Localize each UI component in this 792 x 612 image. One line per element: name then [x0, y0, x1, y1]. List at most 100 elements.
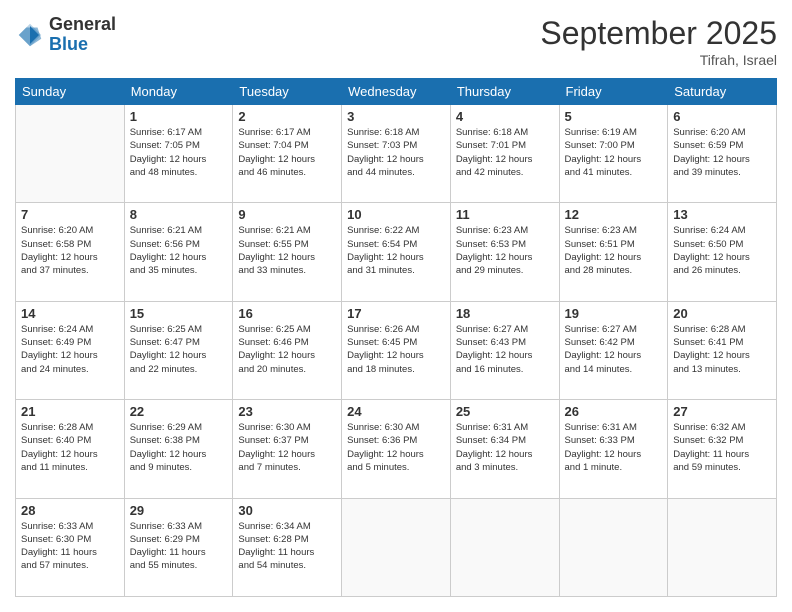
calendar-cell: 10 Sunrise: 6:22 AM Sunset: 6:54 PM Dayli… — [342, 203, 451, 301]
calendar-cell: 13Sunrise: 6:24 AM Sunset: 6:50 PM Dayli… — [668, 203, 777, 301]
calendar-cell: 7Sunrise: 6:20 AM Sunset: 6:58 PM Daylig… — [16, 203, 125, 301]
day-info: Sunrise: 6:27 AM Sunset: 6:42 PM Dayligh… — [565, 323, 663, 376]
day-info: Sunrise: 6:30 AM Sunset: 6:37 PM Dayligh… — [238, 421, 336, 474]
day-info: Sunrise: 6:25 AM Sunset: 6:47 PM Dayligh… — [130, 323, 228, 376]
calendar-week-4: 21Sunrise: 6:28 AM Sunset: 6:40 PM Dayli… — [16, 400, 777, 498]
calendar-cell: 16 Sunrise: 6:25 AM Sunset: 6:46 PM Dayli… — [233, 301, 342, 399]
calendar-cell: 9 Sunrise: 6:21 AM Sunset: 6:55 PM Daylig… — [233, 203, 342, 301]
day-number: 9 — [238, 207, 336, 222]
calendar-cell: 8Sunrise: 6:21 AM Sunset: 6:56 PM Daylig… — [124, 203, 233, 301]
calendar-cell: 22 Sunrise: 6:29 AM Sunset: 6:38 PM Dayli… — [124, 400, 233, 498]
day-number: 11 — [456, 207, 554, 222]
day-info: Sunrise: 6:18 AM Sunset: 7:01 PM Dayligh… — [456, 126, 554, 179]
day-info: Sunrise: 6:24 AM Sunset: 6:49 PM Dayligh… — [21, 323, 119, 376]
day-number: 14 — [21, 306, 119, 321]
day-number: 17 — [347, 306, 445, 321]
calendar-cell: 14 Sunrise: 6:24 AM Sunset: 6:49 PM Dayli… — [16, 301, 125, 399]
day-number: 16 — [238, 306, 336, 321]
day-info: Sunrise: 6:18 AM Sunset: 7:03 PM Dayligh… — [347, 126, 445, 179]
day-info: Sunrise: 6:27 AM Sunset: 6:43 PM Dayligh… — [456, 323, 554, 376]
calendar-cell: 24Sunrise: 6:30 AM Sunset: 6:36 PM Dayli… — [342, 400, 451, 498]
day-number: 15 — [130, 306, 228, 321]
calendar-week-5: 28 Sunrise: 6:33 AM Sunset: 6:30 PM Dayli… — [16, 498, 777, 596]
location: Tifrah, Israel — [540, 52, 777, 68]
calendar-cell — [16, 105, 125, 203]
weekday-header-saturday: Saturday — [668, 79, 777, 105]
day-info: Sunrise: 6:28 AM Sunset: 6:41 PM Dayligh… — [673, 323, 771, 376]
day-info: Sunrise: 6:26 AM Sunset: 6:45 PM Dayligh… — [347, 323, 445, 376]
day-info: Sunrise: 6:33 AM Sunset: 6:30 PM Dayligh… — [21, 520, 119, 573]
calendar-cell: 5Sunrise: 6:19 AM Sunset: 7:00 PM Daylig… — [559, 105, 668, 203]
logo-text: General Blue — [49, 15, 116, 55]
day-number: 28 — [21, 503, 119, 518]
day-info: Sunrise: 6:17 AM Sunset: 7:04 PM Dayligh… — [238, 126, 336, 179]
logo-icon — [15, 20, 45, 50]
calendar-cell: 28 Sunrise: 6:33 AM Sunset: 6:30 PM Dayli… — [16, 498, 125, 596]
day-info: Sunrise: 6:20 AM Sunset: 6:59 PM Dayligh… — [673, 126, 771, 179]
day-number: 4 — [456, 109, 554, 124]
calendar-week-3: 14 Sunrise: 6:24 AM Sunset: 6:49 PM Dayli… — [16, 301, 777, 399]
day-info: Sunrise: 6:24 AM Sunset: 6:50 PM Dayligh… — [673, 224, 771, 277]
title-area: September 2025 Tifrah, Israel — [540, 15, 777, 68]
day-number: 5 — [565, 109, 663, 124]
day-number: 18 — [456, 306, 554, 321]
logo-blue-text: Blue — [49, 35, 116, 55]
day-number: 1 — [130, 109, 228, 124]
calendar-cell: 12 Sunrise: 6:23 AM Sunset: 6:51 PM Dayli… — [559, 203, 668, 301]
weekday-header-wednesday: Wednesday — [342, 79, 451, 105]
day-number: 22 — [130, 404, 228, 419]
calendar-cell: 30 Sunrise: 6:34 AM Sunset: 6:28 PM Dayli… — [233, 498, 342, 596]
calendar-cell: 18 Sunrise: 6:27 AM Sunset: 6:43 PM Dayli… — [450, 301, 559, 399]
calendar-cell: 3 Sunrise: 6:18 AM Sunset: 7:03 PM Daylig… — [342, 105, 451, 203]
weekday-header-friday: Friday — [559, 79, 668, 105]
day-info: Sunrise: 6:22 AM Sunset: 6:54 PM Dayligh… — [347, 224, 445, 277]
day-number: 10 — [347, 207, 445, 222]
day-info: Sunrise: 6:30 AM Sunset: 6:36 PM Dayligh… — [347, 421, 445, 474]
calendar-week-2: 7Sunrise: 6:20 AM Sunset: 6:58 PM Daylig… — [16, 203, 777, 301]
day-number: 3 — [347, 109, 445, 124]
logo: General Blue — [15, 15, 116, 55]
weekday-header-tuesday: Tuesday — [233, 79, 342, 105]
calendar-cell — [559, 498, 668, 596]
calendar-cell: 2 Sunrise: 6:17 AM Sunset: 7:04 PM Daylig… — [233, 105, 342, 203]
day-info: Sunrise: 6:23 AM Sunset: 6:51 PM Dayligh… — [565, 224, 663, 277]
calendar-cell: 23 Sunrise: 6:30 AM Sunset: 6:37 PM Dayli… — [233, 400, 342, 498]
calendar-table: SundayMondayTuesdayWednesdayThursdayFrid… — [15, 78, 777, 597]
day-info: Sunrise: 6:17 AM Sunset: 7:05 PM Dayligh… — [130, 126, 228, 179]
calendar-cell: 1 Sunrise: 6:17 AM Sunset: 7:05 PM Daylig… — [124, 105, 233, 203]
calendar-cell: 27Sunrise: 6:32 AM Sunset: 6:32 PM Dayli… — [668, 400, 777, 498]
day-number: 12 — [565, 207, 663, 222]
day-number: 2 — [238, 109, 336, 124]
calendar-cell: 6 Sunrise: 6:20 AM Sunset: 6:59 PM Daylig… — [668, 105, 777, 203]
calendar-cell: 19 Sunrise: 6:27 AM Sunset: 6:42 PM Dayli… — [559, 301, 668, 399]
day-number: 30 — [238, 503, 336, 518]
calendar-cell: 26 Sunrise: 6:31 AM Sunset: 6:33 PM Dayli… — [559, 400, 668, 498]
day-number: 26 — [565, 404, 663, 419]
day-info: Sunrise: 6:25 AM Sunset: 6:46 PM Dayligh… — [238, 323, 336, 376]
weekday-header-monday: Monday — [124, 79, 233, 105]
day-info: Sunrise: 6:21 AM Sunset: 6:56 PM Dayligh… — [130, 224, 228, 277]
calendar-cell: 15 Sunrise: 6:25 AM Sunset: 6:47 PM Dayli… — [124, 301, 233, 399]
day-info: Sunrise: 6:20 AM Sunset: 6:58 PM Dayligh… — [21, 224, 119, 277]
day-number: 23 — [238, 404, 336, 419]
month-title: September 2025 — [540, 15, 777, 52]
day-number: 6 — [673, 109, 771, 124]
calendar-cell — [342, 498, 451, 596]
weekday-header-sunday: Sunday — [16, 79, 125, 105]
calendar-cell — [668, 498, 777, 596]
day-info: Sunrise: 6:21 AM Sunset: 6:55 PM Dayligh… — [238, 224, 336, 277]
day-info: Sunrise: 6:31 AM Sunset: 6:33 PM Dayligh… — [565, 421, 663, 474]
calendar-cell: 25Sunrise: 6:31 AM Sunset: 6:34 PM Dayli… — [450, 400, 559, 498]
weekday-header-thursday: Thursday — [450, 79, 559, 105]
day-number: 19 — [565, 306, 663, 321]
calendar-cell: 21Sunrise: 6:28 AM Sunset: 6:40 PM Dayli… — [16, 400, 125, 498]
day-info: Sunrise: 6:34 AM Sunset: 6:28 PM Dayligh… — [238, 520, 336, 573]
logo-general-text: General — [49, 15, 116, 35]
calendar-cell: 29Sunrise: 6:33 AM Sunset: 6:29 PM Dayli… — [124, 498, 233, 596]
calendar-cell: 4 Sunrise: 6:18 AM Sunset: 7:01 PM Daylig… — [450, 105, 559, 203]
day-number: 21 — [21, 404, 119, 419]
calendar-cell: 20Sunrise: 6:28 AM Sunset: 6:41 PM Dayli… — [668, 301, 777, 399]
page-header: General Blue September 2025 Tifrah, Isra… — [15, 15, 777, 68]
day-info: Sunrise: 6:31 AM Sunset: 6:34 PM Dayligh… — [456, 421, 554, 474]
day-info: Sunrise: 6:29 AM Sunset: 6:38 PM Dayligh… — [130, 421, 228, 474]
